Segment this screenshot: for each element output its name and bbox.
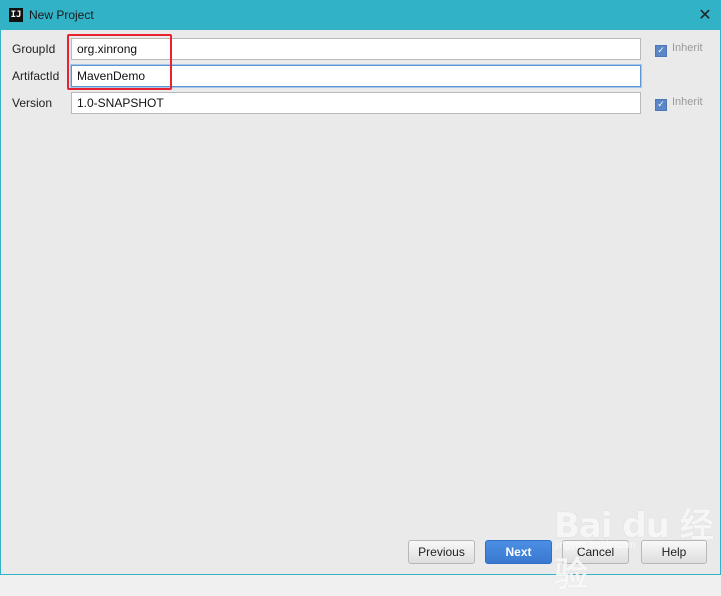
group-id-label: GroupId — [12, 42, 56, 56]
previous-button[interactable]: Previous — [408, 540, 475, 564]
cancel-button[interactable]: Cancel — [562, 540, 629, 564]
new-project-dialog: IJ New Project ✕ GroupId ✓ Inherit Artifa… — [0, 0, 721, 595]
help-button[interactable]: Help — [641, 540, 707, 564]
version-row: Version ✓ Inherit — [1, 92, 720, 116]
version-inherit-label: Inherit — [672, 96, 703, 108]
checkmark-icon: ✓ — [655, 99, 667, 111]
checkmark-icon: ✓ — [655, 45, 667, 57]
next-button[interactable]: Next — [485, 540, 552, 564]
group-id-inherit-checkbox[interactable]: ✓ Inherit — [655, 42, 703, 57]
version-label: Version — [12, 96, 53, 110]
intellij-app-icon: IJ — [9, 8, 23, 22]
group-id-inherit-label: Inherit — [672, 42, 703, 54]
version-inherit-checkbox[interactable]: ✓ Inherit — [655, 96, 703, 111]
close-icon[interactable]: ✕ — [694, 4, 716, 26]
title-bar[interactable]: IJ New Project ✕ — [1, 1, 720, 30]
highlight-box — [67, 34, 172, 90]
version-input[interactable] — [71, 92, 641, 114]
window-title: New Project — [29, 8, 94, 22]
artifact-id-label: ArtifactId — [12, 69, 60, 83]
